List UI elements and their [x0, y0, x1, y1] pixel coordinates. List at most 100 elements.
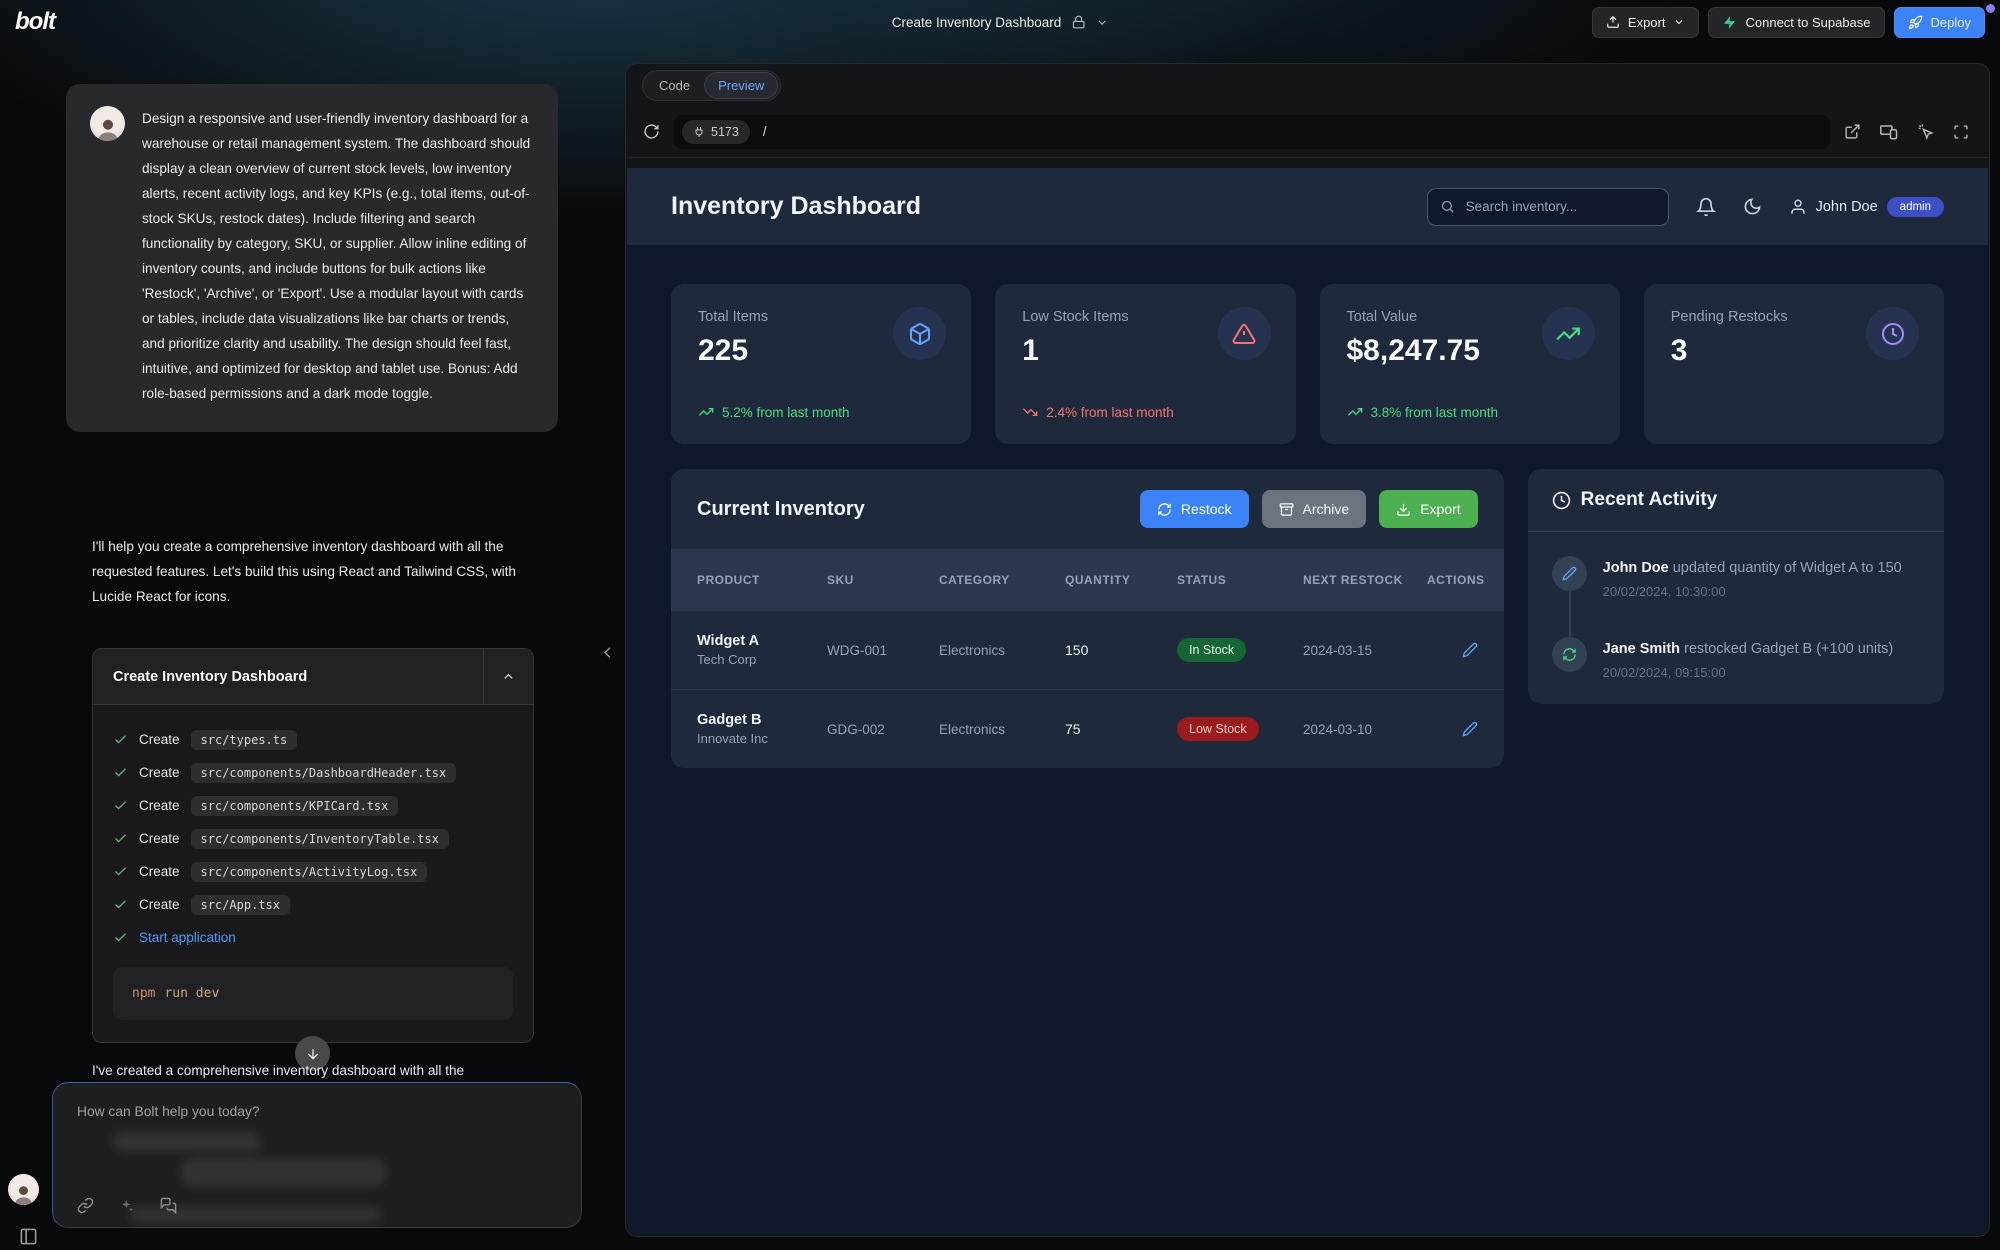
- refresh-icon: [1157, 502, 1172, 517]
- fullscreen-button[interactable]: [1953, 123, 1969, 141]
- responsive-devices-button[interactable]: [1880, 123, 1898, 141]
- activity-text: John Doe updated quantity of Widget A to…: [1603, 556, 1902, 578]
- inventory-title: Current Inventory: [697, 498, 865, 521]
- sidebar-toggle-button[interactable]: [13, 1226, 44, 1247]
- chat-panel: Design a responsive and user-friendly in…: [0, 44, 622, 1250]
- quantity-cell[interactable]: 75: [1065, 721, 1177, 737]
- file-link[interactable]: src/components/DashboardHeader.tsx: [191, 763, 457, 783]
- open-in-new-tab-button[interactable]: [1844, 123, 1861, 141]
- kpi-card-total-items: Total Items 225 5.2% from last month: [671, 284, 971, 444]
- reload-button[interactable]: [643, 123, 660, 140]
- tab-preview[interactable]: Preview: [705, 73, 777, 98]
- check-icon: [113, 831, 128, 846]
- enhance-prompt-button[interactable]: [119, 1198, 135, 1214]
- chevron-left-icon: [598, 643, 617, 662]
- connect-supabase-button[interactable]: Connect to Supabase: [1708, 7, 1884, 38]
- alert-triangle-icon: [1218, 307, 1271, 360]
- rocket-icon: [1908, 15, 1923, 30]
- chat-input[interactable]: How can Bolt help you today?: [52, 1082, 582, 1228]
- product-name: Widget A: [697, 633, 827, 649]
- user-message: Design a responsive and user-friendly in…: [66, 84, 558, 432]
- sku-cell: WDG-001: [827, 643, 939, 658]
- user-message-text: Design a responsive and user-friendly in…: [142, 106, 534, 406]
- assistant-message: I'll help you create a comprehensive inv…: [92, 534, 538, 609]
- collapse-artifact-button[interactable]: [483, 649, 533, 704]
- address-bar[interactable]: 5173 /: [674, 115, 1830, 149]
- port-badge[interactable]: 5173: [682, 120, 750, 144]
- package-icon: [893, 307, 946, 360]
- topbar-actions: Export Connect to Supabase Deploy: [1592, 7, 1985, 38]
- inventory-panel: Current Inventory Restock Archive: [671, 469, 1504, 768]
- trending-down-icon: [1022, 404, 1038, 420]
- trending-up-icon: [698, 404, 714, 420]
- inspector-pointer-button[interactable]: [1917, 123, 1934, 141]
- activity-time: 20/02/2024, 10:30:00: [1603, 584, 1902, 599]
- next-restock-cell: 2024-03-15: [1303, 643, 1427, 658]
- bell-icon: [1696, 197, 1716, 217]
- archive-button[interactable]: Archive: [1262, 490, 1367, 528]
- search-input[interactable]: [1464, 198, 1656, 215]
- chevron-up-icon: [501, 669, 516, 684]
- tab-code[interactable]: Code: [646, 73, 703, 98]
- file-link[interactable]: src/App.tsx: [191, 895, 290, 915]
- restock-button[interactable]: Restock: [1140, 490, 1249, 528]
- activity-item: Jane Smith restocked Gadget B (+100 unit…: [1552, 637, 1920, 680]
- devices-icon: [1880, 123, 1898, 141]
- edit-row-button[interactable]: [1462, 642, 1478, 658]
- account-avatar[interactable]: [8, 1174, 39, 1205]
- deploy-button[interactable]: Deploy: [1894, 7, 1985, 38]
- external-link-icon: [1844, 123, 1861, 140]
- artifact-body: Create src/types.ts Create src/component…: [93, 704, 533, 1042]
- pointer-click-icon: [1917, 123, 1934, 140]
- chat-input-toolbar: [77, 1197, 177, 1214]
- search-icon: [1440, 199, 1455, 214]
- user-icon: [1789, 198, 1807, 216]
- table-header: PRODUCT SKU CATEGORY QUANTITY STATUS NEX…: [671, 549, 1504, 611]
- artifact-header[interactable]: Create Inventory Dashboard: [93, 649, 533, 704]
- plug-icon: [693, 126, 705, 138]
- user-menu[interactable]: John Doe admin: [1789, 197, 1944, 217]
- user-avatar: [90, 106, 125, 141]
- chat-mode-button[interactable]: [160, 1197, 177, 1214]
- check-icon: [113, 798, 128, 813]
- file-link[interactable]: src/components/InventoryTable.tsx: [191, 829, 449, 849]
- panel-left-icon: [19, 1227, 38, 1246]
- pencil-icon: [1552, 556, 1587, 591]
- bolt-workspace: bolt Create Inventory Dashboard Export C…: [0, 0, 2000, 1250]
- check-icon: [113, 897, 128, 912]
- kpi-card-total-value: Total Value $8,247.75 3.8% from last mon…: [1320, 284, 1620, 444]
- artifact-step: Create src/components/KPICard.tsx: [113, 789, 513, 822]
- file-link[interactable]: src/types.ts: [191, 730, 298, 750]
- fullscreen-icon: [1953, 124, 1969, 140]
- activity-time: 20/02/2024, 09:15:00: [1603, 665, 1894, 680]
- attach-link-button[interactable]: [77, 1197, 94, 1214]
- project-title-menu[interactable]: Create Inventory Dashboard: [892, 0, 1109, 44]
- pencil-icon: [1462, 721, 1478, 737]
- check-icon: [113, 864, 128, 879]
- next-restock-cell: 2024-03-10: [1303, 722, 1427, 737]
- preview-actions: [1844, 123, 1972, 141]
- quantity-cell[interactable]: 150: [1065, 642, 1177, 658]
- export-button[interactable]: Export: [1592, 7, 1700, 38]
- kpi-row: Total Items 225 5.2% from last month Low…: [627, 245, 1988, 444]
- collapse-chat-button[interactable]: [592, 642, 623, 663]
- edit-row-button[interactable]: [1462, 721, 1478, 737]
- start-application-link[interactable]: Start application: [139, 930, 236, 945]
- table-row: Widget A Tech Corp WDG-001 Electronics 1…: [671, 611, 1504, 689]
- artifact-step: Create src/App.tsx: [113, 888, 513, 921]
- download-icon: [1396, 502, 1411, 517]
- file-link[interactable]: src/components/ActivityLog.tsx: [191, 862, 428, 882]
- notifications-button[interactable]: [1696, 197, 1716, 217]
- preview-app: Inventory Dashboard John Doe: [627, 168, 1988, 1235]
- bolt-logo[interactable]: bolt: [15, 8, 55, 36]
- export-csv-button[interactable]: Export: [1379, 490, 1477, 528]
- dark-mode-toggle[interactable]: [1743, 197, 1762, 216]
- archive-icon: [1279, 502, 1294, 517]
- trending-up-icon: [1542, 307, 1595, 360]
- activity-text: Jane Smith restocked Gadget B (+100 unit…: [1603, 637, 1894, 659]
- chevron-down-icon: [1673, 16, 1685, 28]
- workbench-panel: Code Preview 5173 /: [625, 63, 1990, 1237]
- lock-icon: [1071, 15, 1085, 29]
- status-badge: Low Stock: [1177, 717, 1259, 741]
- file-link[interactable]: src/components/KPICard.tsx: [191, 796, 399, 816]
